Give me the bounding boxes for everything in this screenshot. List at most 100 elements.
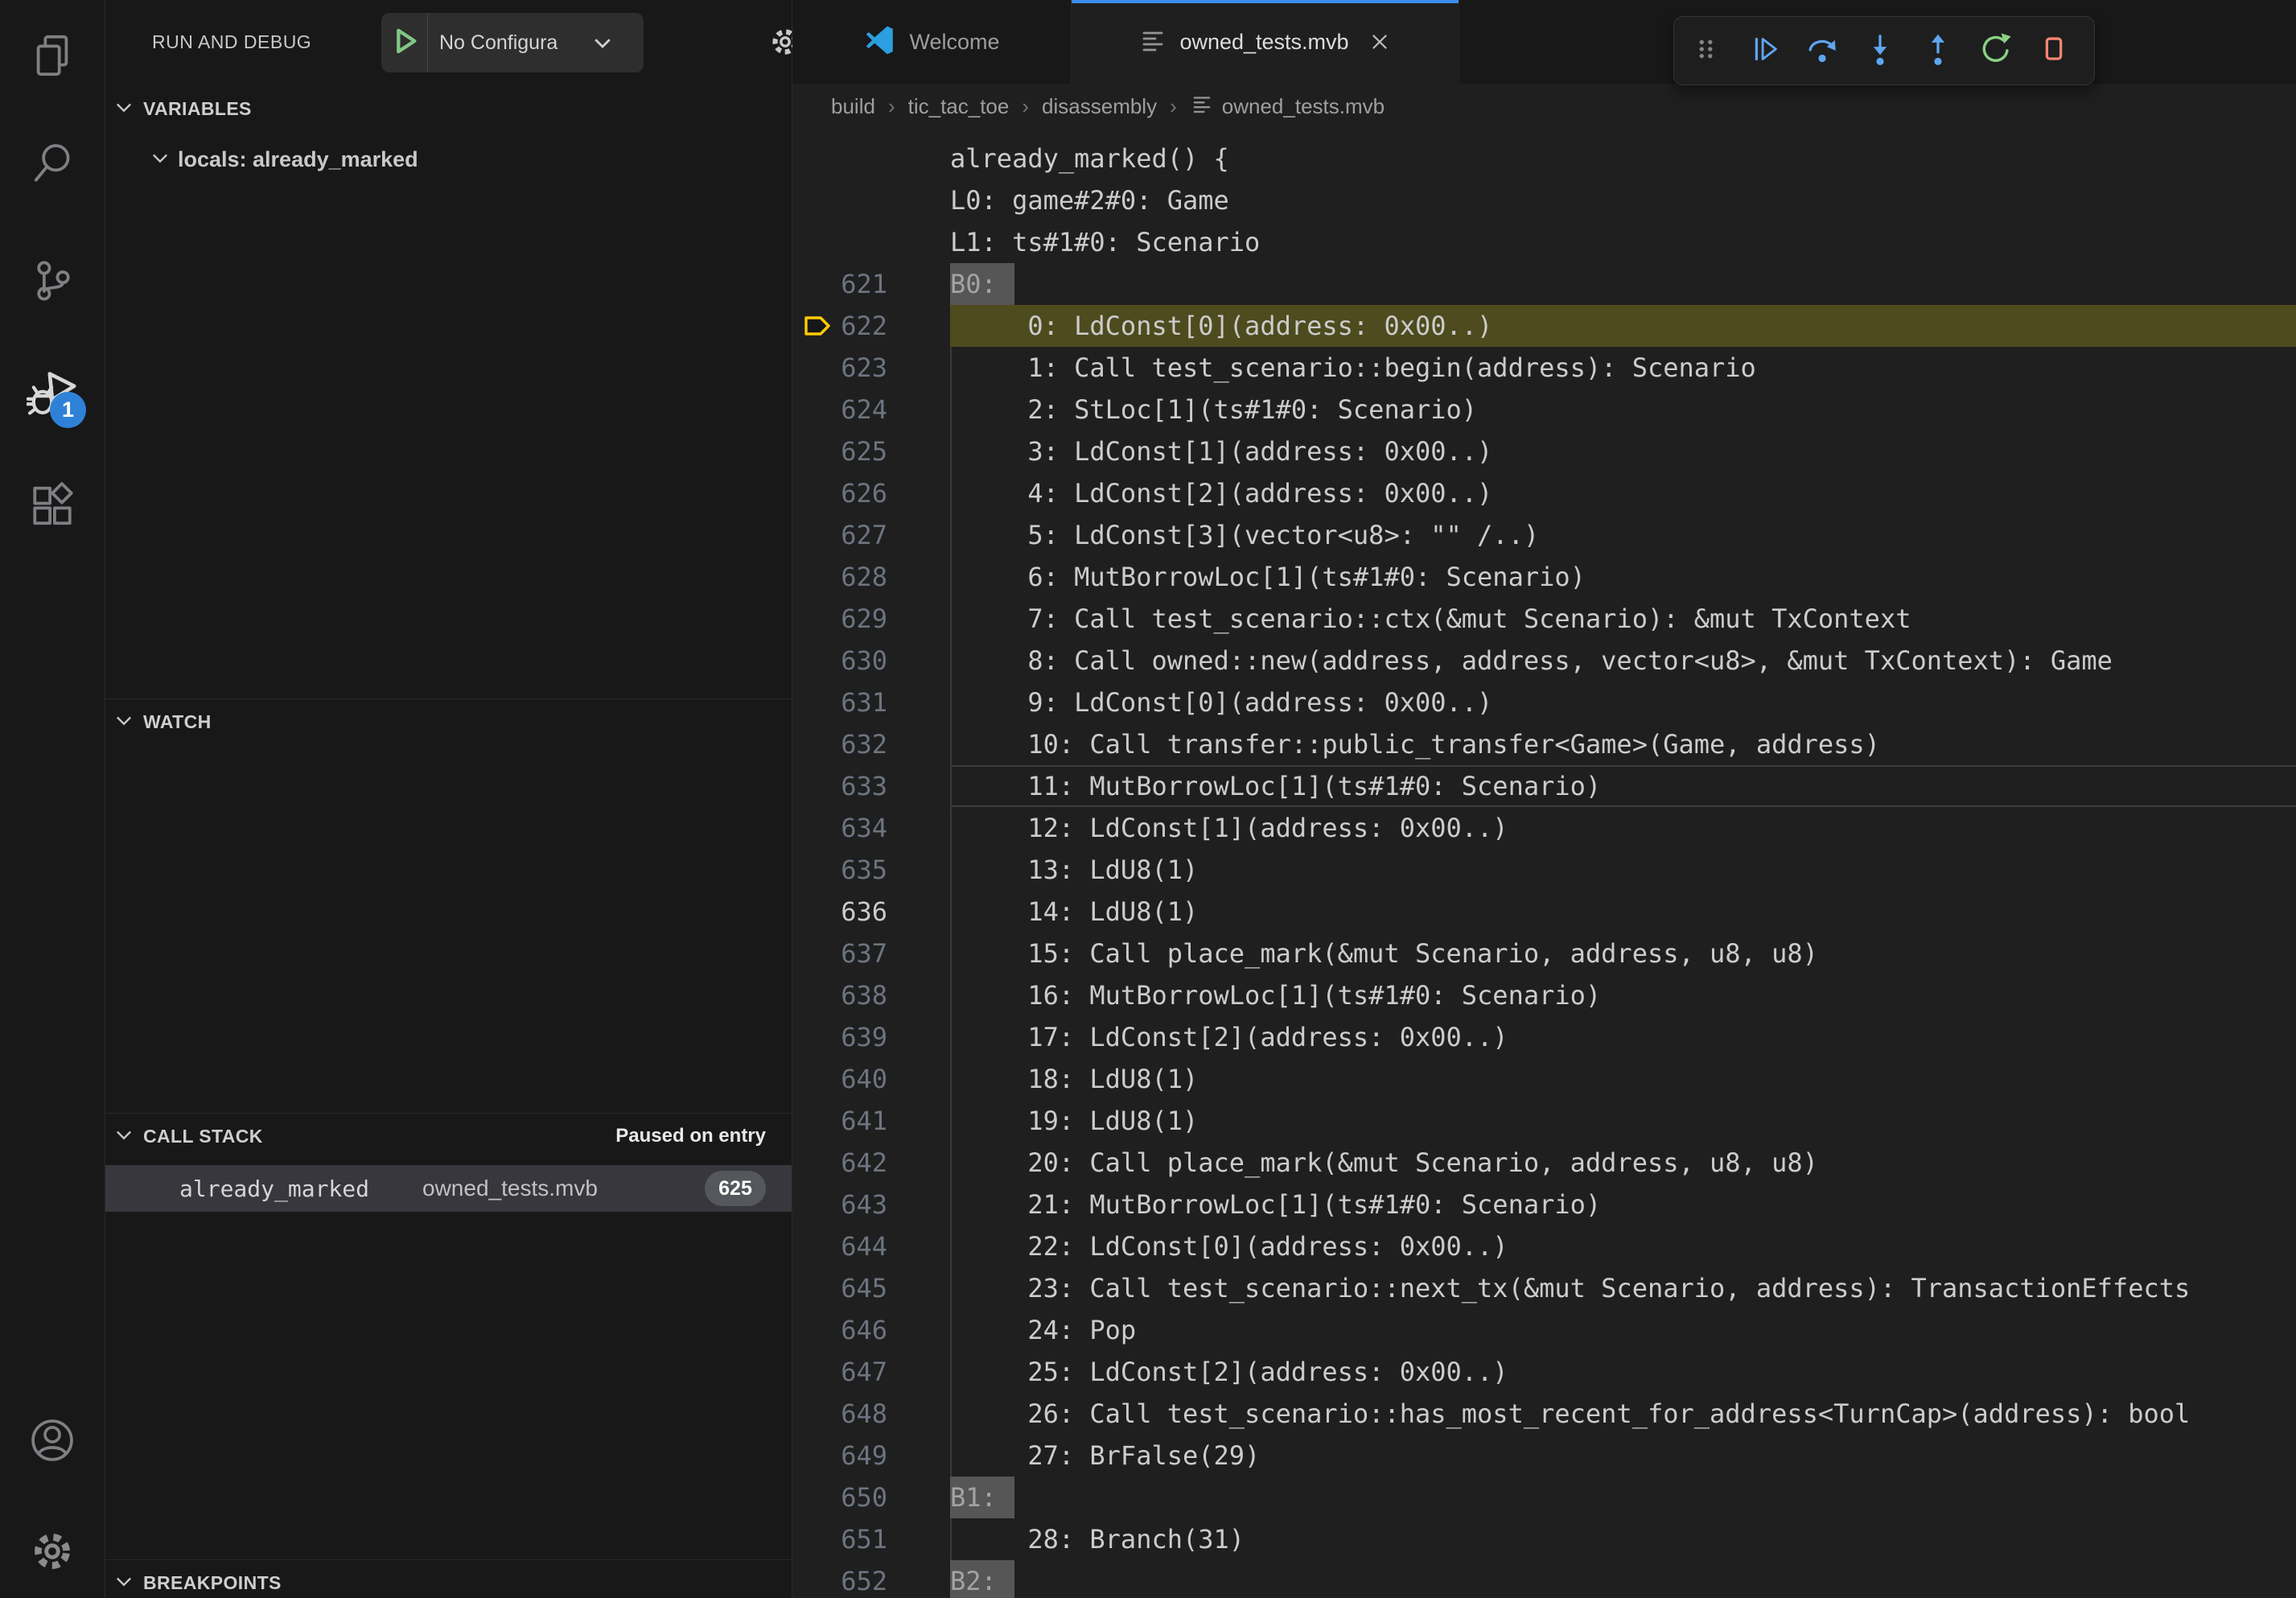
gutter[interactable]: 646 (792, 1184, 950, 1225)
gutter[interactable]: 622 (792, 179, 950, 221)
gutter[interactable]: 644 (792, 1100, 950, 1142)
sidebar-item-explorer[interactable] (0, 30, 104, 81)
account-button[interactable] (0, 1415, 104, 1466)
code-line[interactable]: 633 8: Call owned::new(address, address,… (792, 640, 2296, 682)
step-out-button[interactable] (1919, 31, 1957, 70)
variables-section-header[interactable]: VARIABLES (105, 88, 792, 130)
code-line[interactable]: 640 15: Call place_mark(&mut Scenario, a… (792, 933, 2296, 974)
code-line[interactable]: 649 24: Pop (792, 1309, 2296, 1351)
code-line[interactable]: 644 19: LdU8(1) (792, 1100, 2296, 1142)
gutter[interactable]: 625 (792, 305, 950, 347)
code-line[interactable]: 634 9: LdConst[0](address: 0x00..) (792, 682, 2296, 723)
gutter[interactable]: 634 (792, 682, 950, 723)
code-line[interactable]: 623 L1: ts#1#0: Scenario (792, 221, 2296, 263)
breadcrumb-item[interactable]: disassembly (1042, 94, 1157, 119)
gutter[interactable]: 651 (792, 1393, 950, 1435)
gutter[interactable]: 648 (792, 1267, 950, 1309)
code-line[interactable]: 638 13: LdU8(1) (792, 849, 2296, 891)
gutter[interactable]: 623 (792, 221, 950, 263)
code-line[interactable]: 645 20: Call place_mark(&mut Scenario, a… (792, 1142, 2296, 1184)
gutter[interactable]: 640 (792, 933, 950, 974)
code-line[interactable]: 627 2: StLoc[1](ts#1#0: Scenario) (792, 389, 2296, 430)
watch-section-header[interactable]: WATCH (105, 701, 792, 743)
code-line[interactable]: 622 L0: game#2#0: Game (792, 179, 2296, 221)
gutter[interactable]: 632 (792, 598, 950, 640)
code-line[interactable]: 629 4: LdConst[2](address: 0x00..) (792, 472, 2296, 514)
gutter[interactable]: 655 (792, 1560, 950, 1598)
code-line[interactable]: 635 10: Call transfer::public_transfer<G… (792, 723, 2296, 765)
settings-button[interactable] (0, 1526, 104, 1577)
code-line[interactable]: 654 28: Branch(31) (792, 1518, 2296, 1560)
gutter[interactable]: 636 (792, 765, 950, 807)
gutter[interactable]: 621 (792, 138, 950, 179)
gutter[interactable]: 629 (792, 472, 950, 514)
gutter[interactable]: 628 (792, 430, 950, 472)
code-line[interactable]: 626 1: Call test_scenario::begin(address… (792, 347, 2296, 389)
breadcrumb-item-file[interactable]: owned_tests.mvb (1190, 92, 1385, 121)
code-line[interactable]: 648 23: Call test_scenario::next_tx(&mut… (792, 1267, 2296, 1309)
code-line[interactable]: 651 26: Call test_scenario::has_most_rec… (792, 1393, 2296, 1435)
sidebar-item-search[interactable] (0, 137, 104, 188)
code-line[interactable]: 624 B0: (792, 263, 2296, 305)
code-line[interactable]: 641 16: MutBorrowLoc[1](ts#1#0: Scenario… (792, 974, 2296, 1016)
sidebar-item-extensions[interactable] (0, 479, 104, 530)
code-line[interactable]: 655 B2: (792, 1560, 2296, 1598)
continue-button[interactable] (1745, 31, 1784, 70)
gutter[interactable]: 647 (792, 1225, 950, 1267)
code-line[interactable]: 650 25: LdConst[2](address: 0x00..) (792, 1351, 2296, 1393)
gutter[interactable]: 650 (792, 1351, 950, 1393)
stop-button[interactable] (2035, 31, 2073, 70)
gutter[interactable]: 633 (792, 640, 950, 682)
gutter[interactable]: 654 (792, 1518, 950, 1560)
sidebar-item-run-debug[interactable]: 1 (0, 366, 104, 418)
tab-welcome[interactable]: Welcome (792, 0, 1072, 84)
gutter[interactable]: 637 (792, 807, 950, 849)
gutter[interactable]: 642 (792, 1016, 950, 1058)
gutter[interactable]: 635 (792, 723, 950, 765)
gutter[interactable]: 641 (792, 974, 950, 1016)
stack-frame-row[interactable]: already_marked owned_tests.mvb 625 (105, 1165, 792, 1212)
line-text: 15: Call place_mark(&mut Scenario, addre… (950, 938, 1818, 969)
code-line[interactable]: 636 11: MutBorrowLoc[1](ts#1#0: Scenario… (792, 765, 2296, 807)
gutter[interactable]: 649 (792, 1309, 950, 1351)
gutter[interactable]: 652 (792, 1435, 950, 1477)
toolbar-drag-handle[interactable] (1687, 31, 1726, 70)
code-line[interactable]: 632 7: Call test_scenario::ctx(&mut Scen… (792, 598, 2296, 640)
gutter[interactable]: 645 (792, 1142, 950, 1184)
close-icon[interactable] (1368, 30, 1392, 54)
start-debugging-button[interactable] (381, 13, 428, 72)
code-line[interactable]: 628 3: LdConst[1](address: 0x00..) (792, 430, 2296, 472)
gutter[interactable]: 653 (792, 1477, 950, 1518)
gutter[interactable]: 630 (792, 514, 950, 556)
code-line[interactable]: 621 already_marked() { (792, 138, 2296, 179)
gutter[interactable]: 626 (792, 347, 950, 389)
code-line[interactable]: 653 B1: (792, 1477, 2296, 1518)
code-line[interactable]: 625 0: LdConst[0](address: 0x00..) (792, 305, 2296, 347)
restart-button[interactable] (1977, 31, 2015, 70)
gutter[interactable]: 639 (792, 891, 950, 933)
code-line[interactable]: 647 22: LdConst[0](address: 0x00..) (792, 1225, 2296, 1267)
code-line[interactable]: 643 18: LdU8(1) (792, 1058, 2296, 1100)
code-line[interactable]: 637 12: LdConst[1](address: 0x00..) (792, 807, 2296, 849)
tab-owned-tests[interactable]: owned_tests.mvb (1072, 0, 1459, 84)
gutter[interactable]: 631 (792, 556, 950, 598)
debug-config-dropdown[interactable]: No Configura (381, 13, 644, 72)
sidebar-item-source-control[interactable] (0, 255, 104, 307)
breakpoints-section-header[interactable]: BREAKPOINTS (105, 1562, 792, 1598)
step-over-button[interactable] (1803, 31, 1841, 70)
code-line[interactable]: 642 17: LdConst[2](address: 0x00..) (792, 1016, 2296, 1058)
code-line[interactable]: 652 27: BrFalse(29) (792, 1435, 2296, 1477)
variables-scope-locals[interactable]: locals: already_marked (105, 138, 792, 180)
call-stack-section-header[interactable]: CALL STACK Paused on entry (105, 1115, 792, 1157)
gutter[interactable]: 638 (792, 849, 950, 891)
code-line[interactable]: 639 14: LdU8(1) (792, 891, 2296, 933)
gutter[interactable]: 624 (792, 263, 950, 305)
gutter[interactable]: 643 (792, 1058, 950, 1100)
breadcrumb-item[interactable]: build (831, 94, 875, 119)
breadcrumb-item[interactable]: tic_tac_toe (908, 94, 1010, 119)
code-line[interactable]: 631 6: MutBorrowLoc[1](ts#1#0: Scenario) (792, 556, 2296, 598)
gutter[interactable]: 627 (792, 389, 950, 430)
step-into-button[interactable] (1861, 31, 1899, 70)
code-line[interactable]: 646 21: MutBorrowLoc[1](ts#1#0: Scenario… (792, 1184, 2296, 1225)
code-line[interactable]: 630 5: LdConst[3](vector<u8>: "" /..) (792, 514, 2296, 556)
